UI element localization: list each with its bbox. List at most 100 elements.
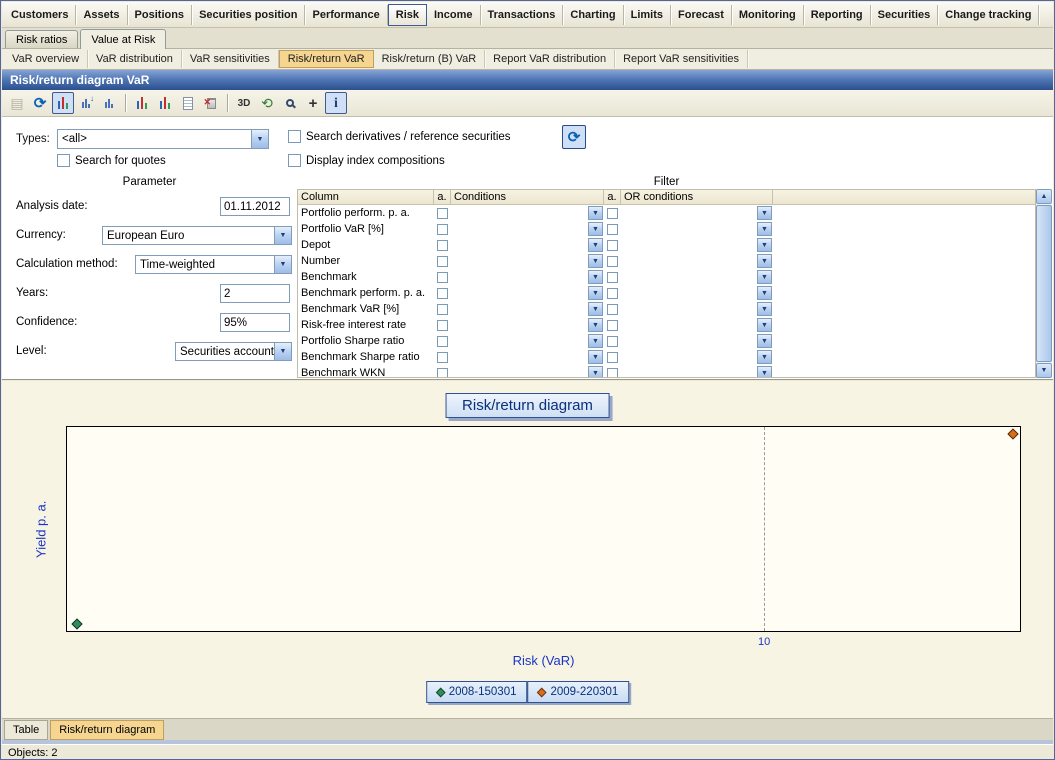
conditions-cell[interactable]: [451, 286, 604, 300]
refresh-icon[interactable]: [29, 92, 51, 114]
or-conditions-cell[interactable]: [621, 350, 773, 364]
or-checkbox[interactable]: [607, 304, 618, 315]
report-icon[interactable]: [177, 92, 199, 114]
scroll-down-icon[interactable]: [1036, 363, 1052, 378]
conditions-cell[interactable]: [451, 254, 604, 268]
or-checkbox[interactable]: [607, 368, 618, 379]
tab-table[interactable]: Table: [4, 720, 48, 740]
chevron-down-icon[interactable]: [274, 227, 291, 244]
years-input[interactable]: [220, 284, 290, 303]
and-checkbox[interactable]: [437, 272, 448, 283]
or-conditions-cell[interactable]: [621, 366, 773, 378]
or-checkbox[interactable]: [607, 208, 618, 219]
chevron-down-icon[interactable]: [757, 350, 772, 364]
menu-limits[interactable]: Limits: [624, 5, 671, 25]
or-checkbox[interactable]: [607, 288, 618, 299]
menu-monitoring[interactable]: Monitoring: [732, 5, 804, 25]
analysis-date-input[interactable]: [220, 197, 290, 216]
or-conditions-cell[interactable]: [621, 254, 773, 268]
chevron-down-icon[interactable]: [757, 270, 772, 284]
conditions-cell[interactable]: [451, 302, 604, 316]
chevron-down-icon[interactable]: [757, 254, 772, 268]
chevron-down-icon[interactable]: [274, 343, 291, 360]
sort-descending-icon[interactable]: ↓: [75, 92, 97, 114]
search-derivatives-checkbox[interactable]: Search derivatives / reference securitie…: [288, 130, 511, 143]
tab-var-distribution[interactable]: VaR distribution: [88, 50, 182, 68]
chevron-down-icon[interactable]: [588, 238, 603, 252]
confidence-input[interactable]: [220, 313, 290, 332]
tab-report-var-sensitivities[interactable]: Report VaR sensitivities: [615, 50, 748, 68]
and-checkbox[interactable]: [437, 352, 448, 363]
menu-change-tracking[interactable]: Change tracking: [938, 5, 1039, 25]
chevron-down-icon[interactable]: [588, 302, 603, 316]
checkbox-box[interactable]: [288, 154, 301, 167]
rotate-icon[interactable]: [256, 92, 278, 114]
or-checkbox[interactable]: [607, 272, 618, 283]
chevron-down-icon[interactable]: [757, 318, 772, 332]
chart-settings-icon[interactable]: [52, 92, 74, 114]
chevron-down-icon[interactable]: [588, 254, 603, 268]
or-conditions-cell[interactable]: [621, 318, 773, 332]
menu-charting[interactable]: Charting: [563, 5, 623, 25]
types-dropdown[interactable]: <all>: [57, 129, 269, 149]
chevron-down-icon[interactable]: [588, 286, 603, 300]
chevron-down-icon[interactable]: [588, 206, 603, 220]
or-checkbox[interactable]: [607, 336, 618, 347]
or-checkbox[interactable]: [607, 224, 618, 235]
or-conditions-header[interactable]: OR conditions: [621, 190, 773, 204]
or-conditions-cell[interactable]: [621, 222, 773, 236]
tab-report-var-distribution[interactable]: Report VaR distribution: [485, 50, 615, 68]
conditions-cell[interactable]: [451, 238, 604, 252]
chevron-down-icon[interactable]: [757, 302, 772, 316]
chevron-down-icon[interactable]: [757, 366, 772, 378]
refresh-search-button[interactable]: [562, 125, 586, 149]
checkbox-box[interactable]: [57, 154, 70, 167]
menu-forecast[interactable]: Forecast: [671, 5, 732, 25]
crosshair-icon[interactable]: [302, 92, 324, 114]
and-checkbox[interactable]: [437, 256, 448, 267]
chart-negative-icon[interactable]: [154, 92, 176, 114]
checkbox-box[interactable]: [288, 130, 301, 143]
conditions-cell[interactable]: [451, 366, 604, 378]
tab-value-at-risk[interactable]: Value at Risk: [80, 29, 166, 49]
and-checkbox[interactable]: [437, 224, 448, 235]
level-dropdown[interactable]: Securities account: [175, 342, 292, 361]
menu-reporting[interactable]: Reporting: [804, 5, 871, 25]
3d-icon[interactable]: 3D: [233, 92, 255, 114]
tab-var-overview[interactable]: VaR overview: [4, 50, 88, 68]
chevron-down-icon[interactable]: [588, 222, 603, 236]
menu-securities-position[interactable]: Securities position: [192, 5, 305, 25]
histogram-icon[interactable]: [98, 92, 120, 114]
chevron-down-icon[interactable]: [251, 130, 268, 148]
column-header[interactable]: Column: [298, 190, 434, 204]
conditions-cell[interactable]: [451, 222, 604, 236]
menu-performance[interactable]: Performance: [305, 5, 387, 25]
conditions-cell[interactable]: [451, 318, 604, 332]
scrollbar-thumb[interactable]: [1036, 205, 1052, 362]
chevron-down-icon[interactable]: [757, 238, 772, 252]
and-checkbox[interactable]: [437, 320, 448, 331]
tab-var-sensitivities[interactable]: VaR sensitivities: [182, 50, 279, 68]
chevron-down-icon[interactable]: [757, 206, 772, 220]
or-checkbox[interactable]: [607, 240, 618, 251]
chevron-down-icon[interactable]: [757, 286, 772, 300]
chevron-down-icon[interactable]: [588, 270, 603, 284]
scroll-up-icon[interactable]: [1036, 189, 1052, 204]
or-conditions-cell[interactable]: [621, 238, 773, 252]
chevron-down-icon[interactable]: [757, 334, 772, 348]
or-conditions-cell[interactable]: [621, 270, 773, 284]
display-index-checkbox[interactable]: Display index compositions: [288, 154, 445, 167]
chevron-down-icon[interactable]: [588, 318, 603, 332]
or-conditions-cell[interactable]: [621, 302, 773, 316]
conditions-cell[interactable]: [451, 334, 604, 348]
chevron-down-icon[interactable]: [588, 366, 603, 378]
chevron-down-icon[interactable]: [274, 256, 291, 273]
or-checkbox[interactable]: [607, 256, 618, 267]
menu-assets[interactable]: Assets: [76, 5, 127, 25]
chart-title-button[interactable]: Risk/return diagram: [445, 393, 610, 418]
search-quotes-checkbox[interactable]: Search for quotes: [57, 154, 166, 167]
conditions-cell[interactable]: [451, 206, 604, 220]
or-checkbox[interactable]: [607, 352, 618, 363]
or-conditions-cell[interactable]: [621, 286, 773, 300]
delete-icon[interactable]: [200, 92, 222, 114]
